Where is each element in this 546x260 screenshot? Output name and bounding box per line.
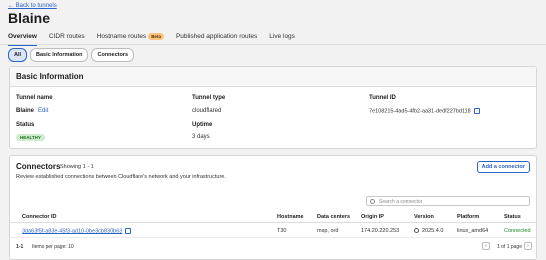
connector-id-link[interactable]: 3da63f5f-a83e-45f3-ad10-0be3cb830b63 [22,228,132,235]
connector-id-text: 3da63f5f-a83e-45f3-ad10-0be3cb830b63 [22,228,123,235]
connector-origin-ip: 174.20.220.253 [361,228,400,234]
copy-icon[interactable] [125,228,132,234]
filter-all[interactable]: All [8,48,28,62]
connectors-count: Showing 1 - 1 [60,164,94,170]
tunnel-page: ← Back to tunnels Blaine Overview CIDR r… [0,0,546,260]
basic-information-card: Basic Information Tunnel name Blaine Edit… [9,66,537,149]
col-origin-ip: Origin IP [361,214,384,220]
beta-badge: Beta [148,33,164,40]
col-version: Version [414,214,434,220]
page-indicator: 1 of 1 page [496,244,522,250]
connector-version-text: 2025.4.0 [422,228,444,234]
tab-divider [0,44,546,45]
add-connector-button[interactable]: Add a connector [476,161,530,173]
tunnel-id-label: Tunnel ID [369,95,396,101]
search-connector-input[interactable]: Search a connector [366,196,530,206]
section-filters: All Basic Information Connectors [8,48,135,62]
connector-hostname: T30 [277,228,287,234]
status-label: Status [16,122,35,128]
tunnel-type-label: Tunnel type [192,95,226,101]
basic-information-heading: Basic Information [10,67,536,87]
filter-basic-information[interactable]: Basic Information [30,48,89,62]
connectors-card: Connectors Showing 1 - 1 Review establis… [9,155,537,260]
pagination-range: 1-1 [16,244,24,250]
connectors-heading: Connectors [16,162,61,171]
col-hostname: Hostname [277,214,304,220]
connector-data-centers: msp, ord [317,228,339,234]
uptime-label: Uptime [192,122,213,128]
pagination: 1-1 Items per page: 10 ‹ 1 of 1 page › [10,241,536,253]
search-icon [370,199,375,204]
tunnel-id-text: 7e108215-4ad5-4fb2-aa31-dedf227bd118 [369,108,471,115]
filter-connectors[interactable]: Connectors [91,48,135,62]
tab-hostname-routes-label: Hostname routes [96,33,147,41]
tunnel-name-text: Blaine [16,108,35,114]
col-connector-id: Connector ID [22,214,57,220]
edit-tunnel-name-link[interactable]: Edit [38,108,48,114]
tunnel-name-value: Blaine Edit [16,108,48,114]
table-row: 3da63f5f-a83e-45f3-ad10-0be3cb830b63 T30… [10,224,536,238]
connector-status: Connected [504,228,531,234]
uptime-value: 3 days [192,134,210,140]
col-status: Status [504,214,521,220]
search-placeholder: Search a connector [379,199,423,205]
clock-icon [414,228,419,234]
connectors-table-header: Connector ID Hostname Data centers Origi… [10,212,536,223]
tunnel-id-value: 7e108215-4ad5-4fb2-aa31-dedf227bd118 [369,108,480,114]
tunnel-name-label: Tunnel name [16,95,53,101]
connector-version: 2025.4.0 [414,228,443,234]
connectors-description: Review established connections between C… [16,174,226,180]
status-badge: HEALTHY [16,134,45,141]
tunnel-type-value: cloudflared [192,108,222,114]
next-page-button[interactable]: › [524,242,532,250]
items-per-page[interactable]: Items per page: 10 [32,244,74,250]
back-to-tunnels-link[interactable]: ← Back to tunnels [8,3,57,9]
prev-page-button[interactable]: ‹ [482,242,490,250]
copy-icon[interactable] [473,108,480,114]
page-title: Blaine [8,10,51,26]
connector-platform: linux_amd64 [457,228,489,234]
col-platform: Platform [457,214,480,220]
col-data-centers: Data centers [317,214,351,220]
